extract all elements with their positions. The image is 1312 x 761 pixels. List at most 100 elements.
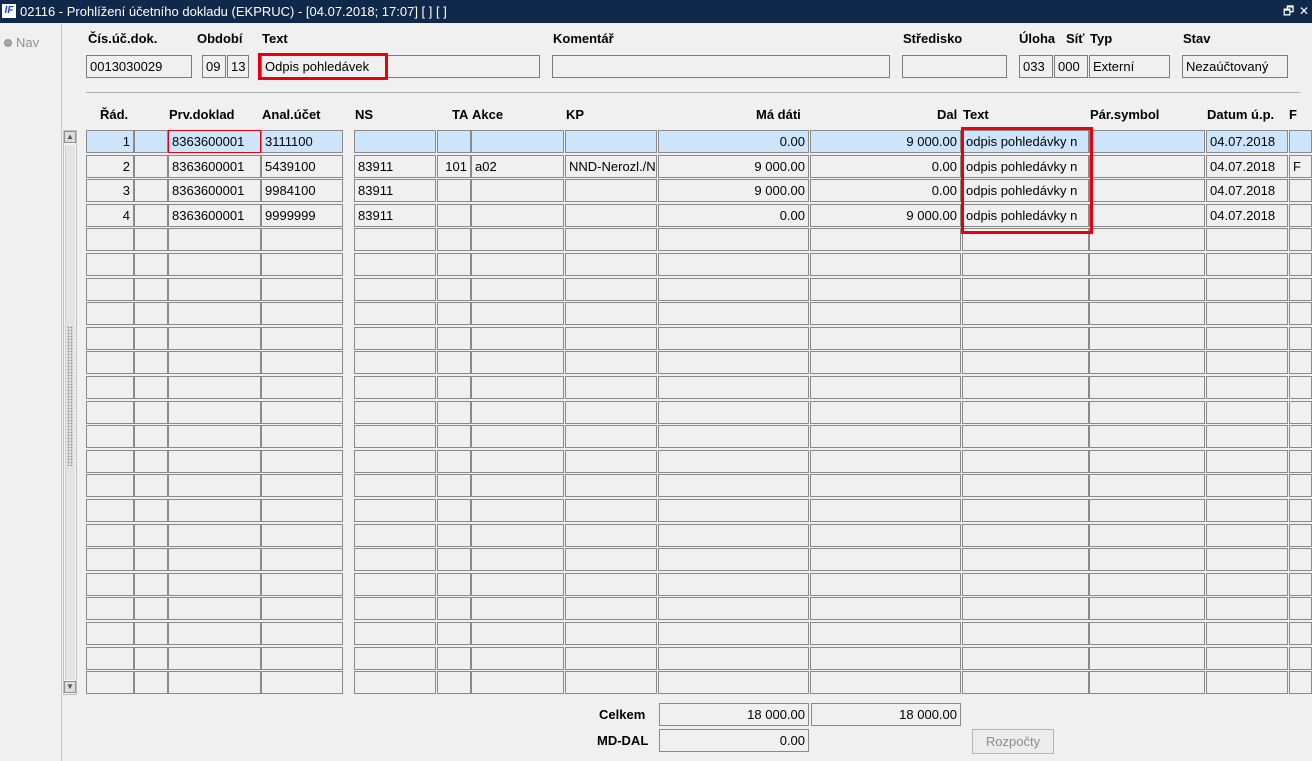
- cell-primary-doc[interactable]: [168, 622, 261, 645]
- cell-f[interactable]: F: [1289, 155, 1312, 178]
- cell-text[interactable]: [962, 597, 1089, 620]
- cell-text[interactable]: [962, 278, 1089, 301]
- cell-action[interactable]: [471, 524, 564, 547]
- cell-analytic-account[interactable]: [261, 573, 343, 596]
- cell-ns[interactable]: [354, 647, 436, 670]
- cell-pair-symbol[interactable]: [1089, 327, 1205, 350]
- grid-scrollbar[interactable]: ▲ ▼: [63, 130, 77, 695]
- cell-ta[interactable]: [437, 647, 471, 670]
- cell-ns[interactable]: 83911: [354, 204, 436, 227]
- cell-pair-symbol[interactable]: [1089, 474, 1205, 497]
- cell-primary-doc[interactable]: [168, 253, 261, 276]
- cell-ta[interactable]: [437, 524, 471, 547]
- cell-pair-symbol[interactable]: [1089, 671, 1205, 694]
- cell-pair-symbol[interactable]: [1089, 302, 1205, 325]
- cell-credit[interactable]: [810, 647, 961, 670]
- period-month-field[interactable]: 09: [202, 55, 226, 78]
- cell-kp[interactable]: NND-Nerozl./N: [565, 155, 657, 178]
- cell-kp[interactable]: [565, 524, 657, 547]
- cell-action[interactable]: a02: [471, 155, 564, 178]
- cell-analytic-account[interactable]: 5439100: [261, 155, 343, 178]
- cell-primary-doc[interactable]: [168, 499, 261, 522]
- cell-debit[interactable]: [658, 228, 809, 251]
- cell-row-number[interactable]: 3: [86, 179, 134, 202]
- cell-credit[interactable]: 0.00: [810, 179, 961, 202]
- cell-debit[interactable]: 0.00: [658, 204, 809, 227]
- cell-pair-symbol[interactable]: [1089, 228, 1205, 251]
- cell-ta[interactable]: [437, 597, 471, 620]
- cell-debit[interactable]: [658, 425, 809, 448]
- cell-ns[interactable]: [354, 622, 436, 645]
- cell-date[interactable]: 04.07.2018: [1206, 179, 1288, 202]
- cell-action[interactable]: [471, 573, 564, 596]
- cell-row-number[interactable]: [86, 253, 134, 276]
- cell-kp[interactable]: [565, 228, 657, 251]
- cell-row-number[interactable]: [86, 376, 134, 399]
- cell-credit[interactable]: [810, 401, 961, 424]
- cell-credit[interactable]: [810, 425, 961, 448]
- cell-row-number[interactable]: [86, 622, 134, 645]
- nav-radio-icon[interactable]: [4, 39, 12, 47]
- cell-ns[interactable]: [354, 671, 436, 694]
- cell-primary-doc[interactable]: [168, 671, 261, 694]
- cell-pair-symbol[interactable]: [1089, 155, 1205, 178]
- cell-date[interactable]: [1206, 474, 1288, 497]
- cell-f[interactable]: [1289, 253, 1312, 276]
- cell-primary-doc[interactable]: 8363600001: [168, 204, 261, 227]
- cell-flag[interactable]: [134, 450, 168, 473]
- cell-credit[interactable]: [810, 351, 961, 374]
- cell-row-number[interactable]: [86, 302, 134, 325]
- cell-f[interactable]: [1289, 597, 1312, 620]
- cell-primary-doc[interactable]: [168, 573, 261, 596]
- cell-debit[interactable]: [658, 499, 809, 522]
- doc-number-field[interactable]: 0013030029: [86, 55, 192, 78]
- cell-date[interactable]: [1206, 327, 1288, 350]
- cell-text[interactable]: [962, 524, 1089, 547]
- cell-f[interactable]: [1289, 499, 1312, 522]
- cell-kp[interactable]: [565, 474, 657, 497]
- cell-flag[interactable]: [134, 474, 168, 497]
- cell-row-number[interactable]: [86, 597, 134, 620]
- cell-flag[interactable]: [134, 278, 168, 301]
- cell-f[interactable]: [1289, 450, 1312, 473]
- cell-row-number[interactable]: 2: [86, 155, 134, 178]
- cell-debit[interactable]: 0.00: [658, 130, 809, 153]
- cell-f[interactable]: [1289, 425, 1312, 448]
- cell-kp[interactable]: [565, 450, 657, 473]
- cell-row-number[interactable]: [86, 524, 134, 547]
- cell-flag[interactable]: [134, 351, 168, 374]
- cell-flag[interactable]: [134, 179, 168, 202]
- cell-debit[interactable]: [658, 253, 809, 276]
- cell-debit[interactable]: 9 000.00: [658, 155, 809, 178]
- cell-primary-doc[interactable]: [168, 278, 261, 301]
- cell-action[interactable]: [471, 401, 564, 424]
- cell-f[interactable]: [1289, 622, 1312, 645]
- cell-analytic-account[interactable]: [261, 524, 343, 547]
- cell-ns[interactable]: [354, 351, 436, 374]
- cell-action[interactable]: [471, 130, 564, 153]
- cell-f[interactable]: [1289, 647, 1312, 670]
- scroll-down-icon[interactable]: ▼: [64, 681, 76, 693]
- cell-ta[interactable]: [437, 253, 471, 276]
- cell-date[interactable]: 04.07.2018: [1206, 130, 1288, 153]
- cell-analytic-account[interactable]: 9999999: [261, 204, 343, 227]
- cell-pair-symbol[interactable]: [1089, 647, 1205, 670]
- cell-kp[interactable]: [565, 302, 657, 325]
- cell-pair-symbol[interactable]: [1089, 401, 1205, 424]
- cell-primary-doc[interactable]: [168, 474, 261, 497]
- cell-text[interactable]: [962, 401, 1089, 424]
- cell-debit[interactable]: [658, 278, 809, 301]
- cell-text[interactable]: [962, 450, 1089, 473]
- cell-text[interactable]: [962, 573, 1089, 596]
- cell-primary-doc[interactable]: [168, 376, 261, 399]
- cell-text[interactable]: [962, 647, 1089, 670]
- cell-f[interactable]: [1289, 401, 1312, 424]
- cell-flag[interactable]: [134, 228, 168, 251]
- cell-debit[interactable]: [658, 622, 809, 645]
- cell-f[interactable]: [1289, 671, 1312, 694]
- cell-flag[interactable]: [134, 671, 168, 694]
- cell-ns[interactable]: 83911: [354, 179, 436, 202]
- cell-credit[interactable]: [810, 499, 961, 522]
- cell-ta[interactable]: [437, 425, 471, 448]
- cell-flag[interactable]: [134, 401, 168, 424]
